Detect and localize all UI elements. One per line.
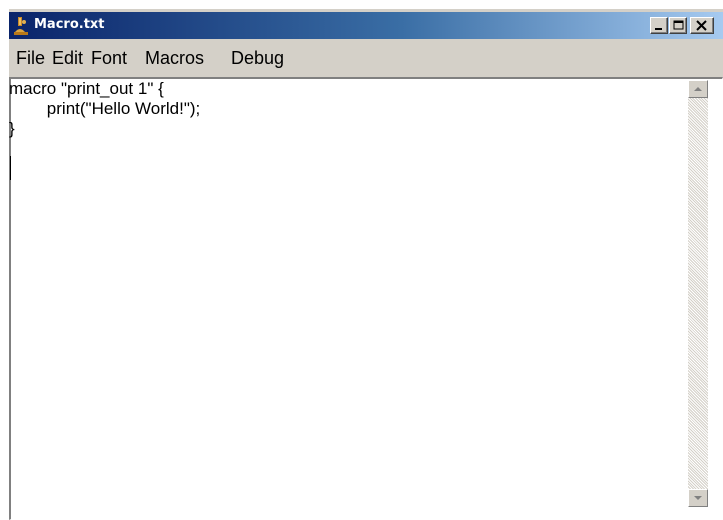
maximize-button[interactable] — [669, 17, 687, 34]
app-flask-icon[interactable] — [12, 16, 30, 36]
menu-macros[interactable]: Macros — [145, 48, 204, 69]
minimize-icon — [655, 28, 662, 30]
menu-file[interactable]: File — [16, 48, 45, 69]
close-button[interactable] — [690, 17, 714, 34]
scroll-up-arrow-icon — [694, 87, 702, 91]
menu-bar: File Edit Font Macros Debug — [9, 41, 723, 75]
code-line: print("Hello World!"); — [9, 99, 201, 118]
scroll-up-button[interactable] — [688, 80, 708, 98]
menu-edit[interactable]: Edit — [52, 48, 83, 69]
text-caret — [10, 156, 11, 180]
title-bar[interactable]: Macro.txt — [9, 12, 723, 39]
maximize-icon — [673, 20, 684, 30]
code-line: macro "print_out 1" { — [9, 79, 164, 98]
scroll-down-button[interactable] — [688, 489, 708, 507]
vertical-scrollbar[interactable] — [688, 80, 708, 507]
window-title: Macro.txt — [34, 17, 105, 32]
close-icon — [696, 20, 707, 31]
code-line: } — [9, 119, 15, 138]
scroll-down-arrow-icon — [694, 496, 702, 500]
menu-font[interactable]: Font — [91, 48, 127, 69]
menu-debug[interactable]: Debug — [231, 48, 284, 69]
code-editor[interactable]: macro "print_out 1" { print("Hello World… — [9, 79, 685, 505]
minimize-button[interactable] — [650, 17, 668, 34]
